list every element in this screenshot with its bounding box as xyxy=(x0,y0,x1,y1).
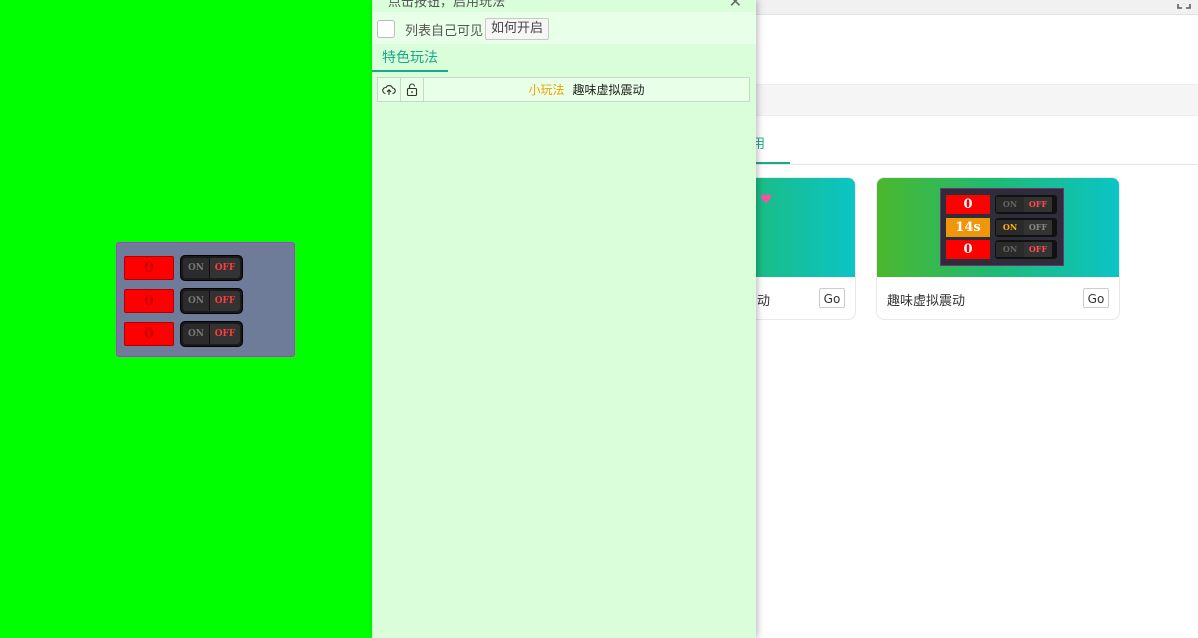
card-banner: 0 ON OFF 14s ON OFF 0 ON OFF xyxy=(877,178,1119,277)
toggle-off-label: OFF xyxy=(209,324,240,344)
widget-value: 0 xyxy=(124,289,174,313)
mini-value: 0 xyxy=(946,195,990,214)
toggle-on-label: ON xyxy=(183,324,209,344)
how-to-enable-button[interactable]: 如何开启 xyxy=(485,18,550,40)
toggle-on-label: ON xyxy=(183,258,209,278)
mini-row: 14s ON OFF xyxy=(946,218,1057,237)
unlock-icon xyxy=(406,83,418,96)
mini-value: 14s xyxy=(946,218,990,237)
mini-off-label: OFF xyxy=(1024,220,1052,235)
app-window: 用 动 Go 0 ON OFF 14s ON OFF 0 ON OFF 趣味虚拟… xyxy=(612,0,1198,638)
upload-cell[interactable] xyxy=(378,78,401,101)
card-title: 动 xyxy=(757,294,771,309)
on-off-toggle[interactable]: ON OFF xyxy=(180,255,243,281)
tab-active[interactable]: 用 xyxy=(752,130,790,164)
mini-row: 0 ON OFF xyxy=(946,240,1057,259)
widget-row: 0 ON OFF xyxy=(124,255,243,281)
app-title-bar xyxy=(756,0,1198,15)
on-off-toggle[interactable]: ON OFF xyxy=(180,321,243,347)
close-icon[interactable]: ✕ xyxy=(729,0,742,11)
mini-off-label: OFF xyxy=(1024,197,1052,212)
gameplay-row-label: 小玩法 趣味虚拟震动 xyxy=(424,78,749,101)
app-toolbar-strip xyxy=(756,84,1198,116)
heart-icon xyxy=(760,194,772,203)
mini-off-label: OFF xyxy=(1024,242,1052,257)
expand-icon[interactable] xyxy=(1176,0,1192,10)
visible-to-self-checkbox[interactable] xyxy=(377,20,395,38)
mini-toggle: ON OFF xyxy=(995,218,1057,237)
lock-cell[interactable] xyxy=(401,78,424,101)
gameplay-row[interactable]: 小玩法 趣味虚拟震动 xyxy=(377,77,750,102)
tab-divider xyxy=(756,164,1198,165)
gameplay-name: 趣味虚拟震动 xyxy=(572,83,645,97)
widget-row: 0 ON OFF xyxy=(124,288,243,314)
mini-value: 0 xyxy=(946,240,990,259)
widget-row: 0 ON OFF xyxy=(124,321,243,347)
mini-row: 0 ON OFF xyxy=(946,195,1057,214)
mini-toggle: ON OFF xyxy=(995,195,1057,214)
tab-featured-gameplay[interactable]: 特色玩法 xyxy=(372,44,448,72)
vibration-widget-thumbnail: 0 ON OFF 14s ON OFF 0 ON OFF xyxy=(940,188,1064,266)
vibration-widget-preview[interactable]: 0 ON OFF 0 ON OFF 0 ON OFF xyxy=(116,242,295,357)
preview-stage: 0 ON OFF 0 ON OFF 0 ON OFF xyxy=(0,0,372,638)
checkbox-label: 列表自己可见 xyxy=(405,24,484,39)
go-button[interactable]: Go xyxy=(819,288,845,308)
toggle-off-label: OFF xyxy=(209,258,240,278)
go-button[interactable]: Go xyxy=(1083,288,1109,308)
widget-value: 0 xyxy=(124,322,174,346)
panel-title: 点击按钮，启用玩法 xyxy=(388,0,506,10)
gameplay-tag: 小玩法 xyxy=(528,83,565,97)
gameplay-card-virtual-vibration: 0 ON OFF 14s ON OFF 0 ON OFF 趣味虚拟震动 Go xyxy=(876,177,1120,320)
mini-toggle: ON OFF xyxy=(995,240,1057,259)
cloud-upload-icon xyxy=(382,84,396,95)
mini-on-label: ON xyxy=(996,197,1024,212)
toggle-off-label: OFF xyxy=(209,291,240,311)
widget-value: 0 xyxy=(124,256,174,280)
mini-on-label: ON xyxy=(996,220,1024,235)
panel-toolbar: 列表自己可见 如何开启 xyxy=(372,12,756,44)
on-off-toggle[interactable]: ON OFF xyxy=(180,288,243,314)
toggle-on-label: ON xyxy=(183,291,209,311)
gameplay-panel: 点击按钮，启用玩法 ✕ 列表自己可见 如何开启 特色玩法 小玩法 趣味虚拟震动 xyxy=(372,0,756,638)
panel-header: 点击按钮，启用玩法 ✕ xyxy=(372,0,756,12)
card-title: 趣味虚拟震动 xyxy=(887,294,966,309)
mini-on-label: ON xyxy=(996,242,1024,257)
